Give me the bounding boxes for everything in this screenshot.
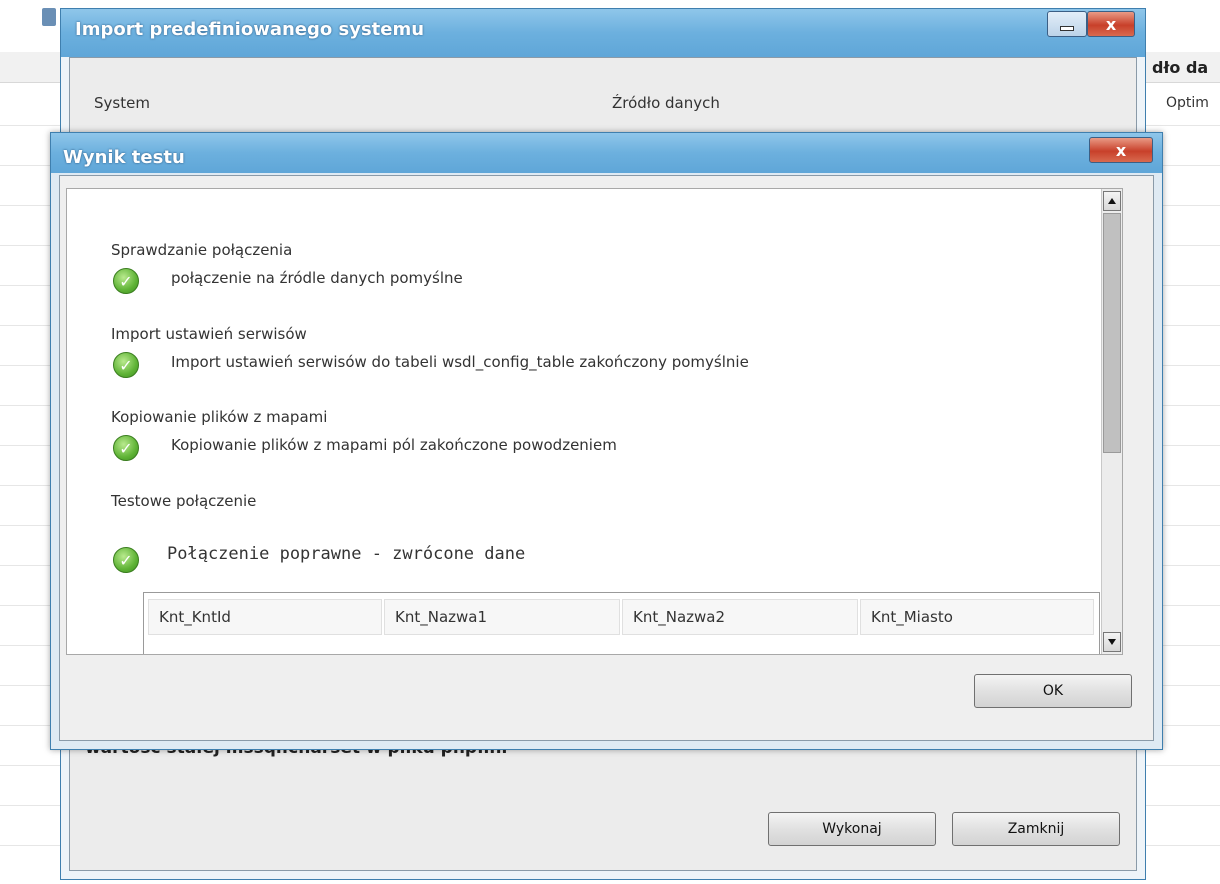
close-button[interactable]: x — [1089, 137, 1153, 163]
check-icon: ✓ — [113, 268, 139, 294]
execute-button[interactable]: Wykonaj — [768, 812, 936, 846]
check-glyph: ✓ — [119, 271, 133, 291]
table-header-cell[interactable]: Knt_Nazwa1 — [384, 599, 620, 635]
returned-data-table: Knt_KntId Knt_Nazwa1 Knt_Nazwa2 Knt_Mias… — [143, 592, 1100, 654]
check-glyph: ✓ — [119, 355, 133, 375]
check-icon: ✓ — [113, 352, 139, 378]
check-glyph: ✓ — [119, 438, 133, 458]
section-result: połączenie na źródle danych pomyślne — [171, 269, 463, 287]
dialog-titlebar[interactable]: Import predefiniowanego systemu x — [61, 9, 1145, 57]
background-column-header: dło da — [1152, 58, 1209, 77]
close-icon: x — [1105, 14, 1117, 34]
system-label: System — [94, 94, 150, 112]
check-glyph: ✓ — [119, 550, 133, 570]
section-title: Import ustawień serwisów — [111, 325, 307, 343]
section-title: Kopiowanie plików z mapami — [111, 408, 328, 426]
close-dialog-button[interactable]: Zamknij — [952, 812, 1120, 846]
dialog-title: Import predefiniowanego systemu — [75, 19, 425, 40]
dialog-title: Wynik testu — [63, 147, 185, 168]
vertical-scrollbar[interactable] — [1101, 189, 1122, 654]
scroll-up-button[interactable] — [1103, 191, 1121, 211]
section-result: Połączenie poprawne - zwrócone dane — [167, 544, 526, 564]
table-header-cell[interactable]: Knt_Miasto — [860, 599, 1094, 635]
dialog-body: Sprawdzanie połączenia ✓ połączenie na ź… — [59, 175, 1154, 741]
close-button[interactable]: x — [1087, 11, 1135, 37]
test-results-panel[interactable]: Sprawdzanie połączenia ✓ połączenie na ź… — [66, 188, 1123, 655]
test-result-dialog: Wynik testu x Sprawdzanie połączenia ✓ p… — [50, 132, 1163, 750]
section-title: Testowe połączenie — [111, 492, 257, 510]
arrow-down-icon — [1108, 639, 1116, 645]
minimize-button[interactable] — [1047, 11, 1087, 37]
table-header-cell[interactable]: Knt_Nazwa2 — [622, 599, 858, 635]
arrow-up-icon — [1108, 198, 1116, 204]
scroll-down-button[interactable] — [1103, 632, 1121, 652]
data-source-label: Źródło danych — [612, 94, 720, 112]
minimize-icon — [1060, 25, 1074, 31]
app-icon — [42, 8, 56, 26]
table-header-cell[interactable]: Knt_KntId — [148, 599, 382, 635]
ok-button[interactable]: OK — [974, 674, 1132, 708]
close-icon: x — [1115, 140, 1127, 160]
check-icon: ✓ — [113, 547, 139, 573]
section-result: Kopiowanie plików z mapami pól zakończon… — [171, 436, 617, 454]
background-cell: Optim — [1166, 95, 1209, 111]
dialog-titlebar[interactable]: Wynik testu x — [51, 133, 1162, 173]
section-title: Sprawdzanie połączenia — [111, 241, 293, 259]
check-icon: ✓ — [113, 435, 139, 461]
section-result: Import ustawień serwisów do tabeli wsdl_… — [171, 353, 749, 371]
scroll-thumb[interactable] — [1103, 213, 1121, 453]
